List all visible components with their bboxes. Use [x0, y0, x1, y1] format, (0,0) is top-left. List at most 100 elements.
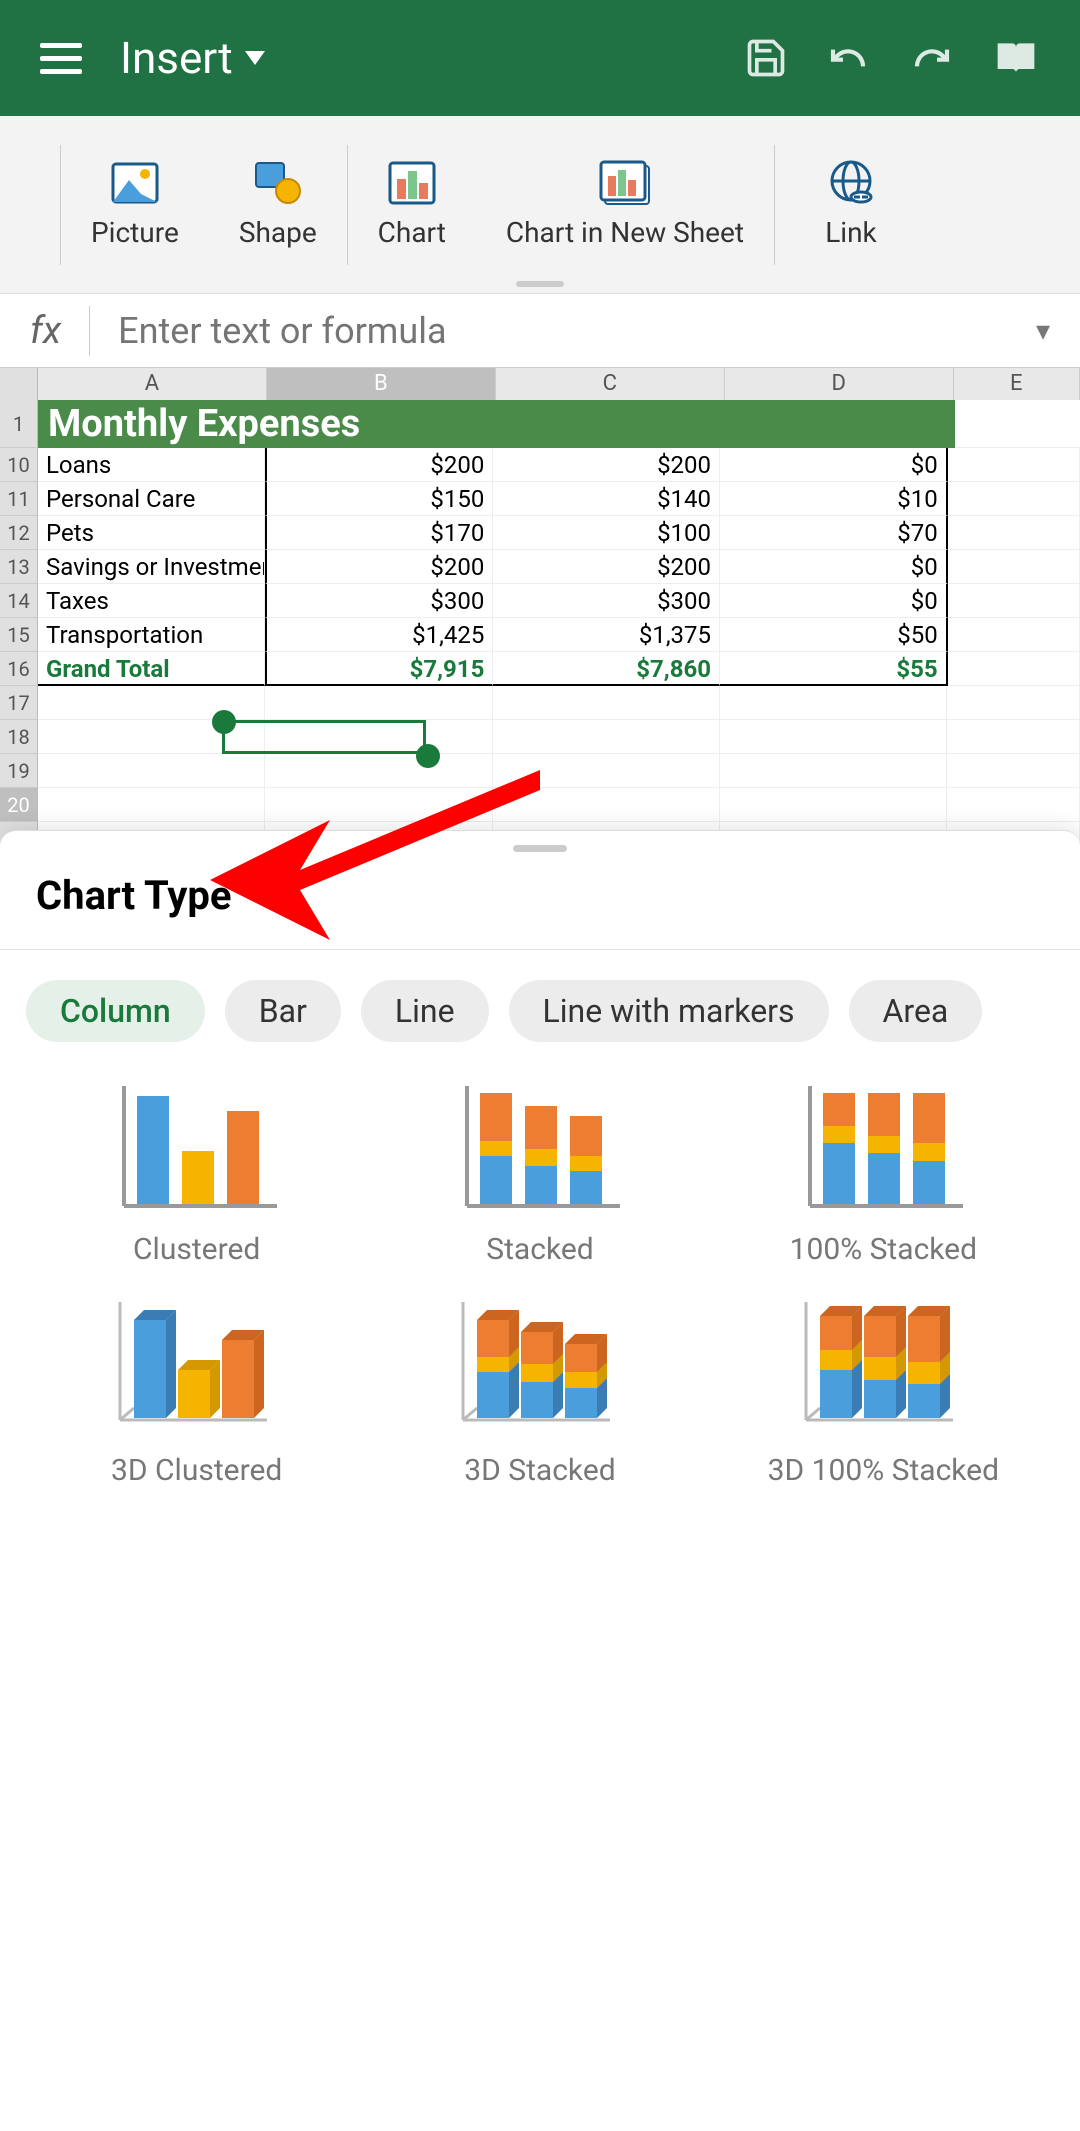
annotation-arrow [210, 760, 550, 940]
cell[interactable]: Savings or Investments [38, 550, 265, 584]
cell[interactable]: Transportation [38, 618, 265, 652]
cell[interactable]: $140 [493, 482, 720, 516]
sheet-title-cell[interactable]: Monthly Expenses [38, 400, 955, 448]
col-header-d[interactable]: D [725, 368, 954, 400]
chart-category-tab[interactable]: Line with markers [509, 980, 829, 1042]
cell[interactable]: Grand Total [38, 652, 265, 686]
cell[interactable]: $200 [493, 550, 720, 584]
cell[interactable]: Loans [38, 448, 265, 482]
fx-icon[interactable]: fx [30, 309, 61, 353]
book-icon[interactable] [992, 36, 1040, 80]
undo-icon[interactable] [824, 38, 872, 78]
chart-type-icon [450, 1076, 630, 1216]
col-header-c[interactable]: C [496, 368, 725, 400]
chart-type-icon [450, 1297, 630, 1437]
sheet-row-1: 1 Monthly Expenses [0, 400, 1080, 448]
chart-type-option[interactable]: 100% Stacked [717, 1076, 1050, 1267]
col-header-b[interactable]: B [267, 368, 496, 400]
cell[interactable]: $55 [720, 652, 948, 686]
chart-type-option[interactable]: 3D 100% Stacked [717, 1297, 1050, 1488]
cell[interactable]: $170 [265, 516, 494, 550]
chart-type-label: 100% Stacked [790, 1232, 977, 1267]
col-header-a[interactable]: A [38, 368, 267, 400]
table-row[interactable]: 13 Savings or Investments $200 $200 $0 [0, 550, 1080, 584]
cell[interactable]: $200 [265, 448, 494, 482]
cell[interactable]: $0 [720, 584, 948, 618]
save-icon[interactable] [744, 36, 788, 80]
cell[interactable]: $10 [720, 482, 948, 516]
cell[interactable]: $1,425 [265, 618, 494, 652]
cell[interactable]: $300 [265, 584, 494, 618]
chart-type-option[interactable]: 3D Clustered [30, 1297, 363, 1488]
chevron-down-icon[interactable]: ▾ [1036, 314, 1050, 347]
table-row[interactable]: 15 Transportation $1,425 $1,375 $50 [0, 618, 1080, 652]
cell[interactable]: $50 [720, 618, 948, 652]
cell[interactable]: $300 [493, 584, 720, 618]
ribbon-tab-label: Insert [120, 32, 233, 84]
cell[interactable]: Personal Care [38, 482, 265, 516]
chart-type-label: 3D Clustered [111, 1453, 282, 1488]
table-row[interactable]: 11 Personal Care $150 $140 $10 [0, 482, 1080, 516]
redo-icon[interactable] [908, 38, 956, 78]
table-row[interactable]: 16 Grand Total $7,915 $7,860 $55 [0, 652, 1080, 686]
chart-category-tab[interactable]: Column [26, 980, 205, 1042]
cell[interactable] [948, 516, 1080, 550]
col-header-e[interactable]: E [954, 368, 1080, 400]
chart-type-icon [107, 1076, 287, 1216]
cell[interactable]: $100 [493, 516, 720, 550]
app-topbar: Insert [0, 0, 1080, 116]
column-headers[interactable]: A B C D E [0, 368, 1080, 400]
topbar-left: Insert [40, 32, 265, 84]
cell[interactable]: $200 [493, 448, 720, 482]
chart-category-tab[interactable]: Bar [225, 980, 341, 1042]
cell[interactable] [948, 584, 1080, 618]
table-row[interactable]: 10 Loans $200 $200 $0 [0, 448, 1080, 482]
cell[interactable]: Pets [38, 516, 265, 550]
chart-category-tab[interactable]: Line [361, 980, 489, 1042]
chart-category-tab[interactable]: Area [849, 980, 983, 1042]
menu-icon[interactable] [40, 43, 82, 74]
chart-type-option[interactable]: 3D Stacked [373, 1297, 706, 1488]
chevron-down-icon [245, 51, 265, 65]
cell[interactable]: $200 [265, 550, 494, 584]
cell-selection[interactable] [222, 720, 426, 754]
cell[interactable] [948, 550, 1080, 584]
ribbon-label: Chart [378, 216, 446, 249]
cell[interactable]: $150 [265, 482, 494, 516]
cell[interactable]: $7,860 [493, 652, 720, 686]
chart-type-label: 3D Stacked [464, 1453, 615, 1488]
insert-shape-button[interactable]: Shape [209, 145, 347, 265]
cell[interactable]: $1,375 [493, 618, 720, 652]
cell[interactable]: Taxes [38, 584, 265, 618]
chart-type-option[interactable]: Clustered [30, 1076, 363, 1267]
insert-chart-new-sheet-button[interactable]: Chart in New Sheet [476, 145, 774, 265]
cell[interactable]: $0 [720, 550, 948, 584]
ribbon-tab-dropdown[interactable]: Insert [120, 32, 265, 84]
table-row[interactable]: 17 [0, 686, 1080, 720]
chart-type-option[interactable]: Stacked [373, 1076, 706, 1267]
chart-type-label: Stacked [486, 1232, 593, 1267]
chart-type-icon [793, 1076, 973, 1216]
selection-handle-tl[interactable] [212, 710, 236, 734]
chart-type-icon [793, 1297, 973, 1437]
cell[interactable] [948, 448, 1080, 482]
ribbon-label: Picture [91, 216, 179, 249]
ribbon-label: Chart in New Sheet [506, 216, 744, 249]
cell[interactable] [948, 482, 1080, 516]
cell[interactable]: $0 [720, 448, 948, 482]
cell[interactable]: $70 [720, 516, 948, 550]
chart-category-tabs: Column Bar Line Line with markers Area [0, 950, 1080, 1066]
chart-options-grid: Clustered Stacked 100% Stacked 3D Clustered… [0, 1066, 1080, 1518]
insert-chart-button[interactable]: Chart [348, 145, 476, 265]
ribbon-drag-handle[interactable] [516, 281, 564, 287]
insert-ribbon: Picture Shape Chart Chart in New Sheet L… [0, 116, 1080, 294]
cell[interactable]: $7,915 [265, 652, 494, 686]
table-row[interactable]: 12 Pets $170 $100 $70 [0, 516, 1080, 550]
cell[interactable] [948, 652, 1080, 686]
insert-picture-button[interactable]: Picture [61, 145, 209, 265]
insert-link-button[interactable]: Link [775, 145, 927, 265]
table-row[interactable]: 18 [0, 720, 1080, 754]
formula-input[interactable] [118, 310, 1008, 352]
cell[interactable] [948, 618, 1080, 652]
table-row[interactable]: 14 Taxes $300 $300 $0 [0, 584, 1080, 618]
